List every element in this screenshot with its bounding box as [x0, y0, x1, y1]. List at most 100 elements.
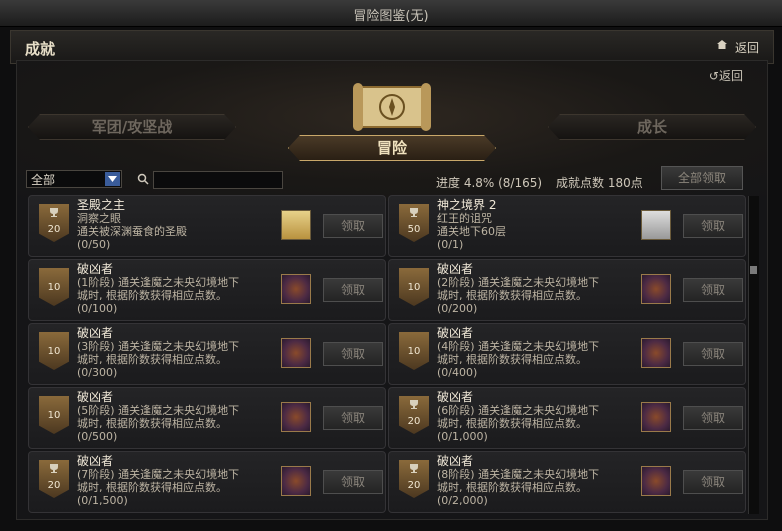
achievement-card: 20 破凶者 (6阶段) 通关逢魔之未央幻境地下 城时, 根据阶数获得相应点数。 (0/…: [388, 387, 746, 449]
list-scrollbar[interactable]: [748, 196, 759, 514]
badge-points: 50: [407, 224, 421, 235]
points-text: 成就点数 180点: [556, 176, 643, 190]
claim-button[interactable]: 领取: [323, 342, 383, 366]
achievement-card: 10 破凶者 (3阶段) 通关逢魔之未央幻境地下 城时, 根据阶数获得相应点数。 (0/…: [28, 323, 386, 385]
claim-button[interactable]: 领取: [323, 214, 383, 238]
achievement-text: 破凶者 (1阶段) 通关逢魔之未央幻境地下 城时, 根据阶数获得相应点数。 (0/10…: [77, 263, 272, 316]
progress-text: 进度 4.8% (8/165): [436, 176, 543, 190]
achievement-card: 20 破凶者 (7阶段) 通关逢魔之未央幻境地下 城时, 根据阶数获得相应点数。 (0/…: [28, 451, 386, 513]
claim-button[interactable]: 领取: [683, 406, 743, 430]
badge-points: 10: [407, 282, 421, 293]
badge-points: 10: [47, 410, 61, 421]
points-badge: 20: [399, 460, 429, 498]
achievement-text: 破凶者 (5阶段) 通关逢魔之未央幻境地下 城时, 根据阶数获得相应点数。 (0/50…: [77, 391, 272, 444]
emblem-icon: [281, 466, 311, 496]
tab-corps-raid[interactable]: 军团/攻坚战: [28, 114, 236, 140]
chevron-down-icon[interactable]: [105, 172, 120, 186]
tab-growth[interactable]: 成长: [548, 114, 756, 140]
achievement-name: 破凶者: [437, 262, 474, 276]
points-badge: 10: [39, 396, 69, 434]
achievement-desc-1: (8阶段) 通关逢魔之未央幻境地下: [437, 468, 600, 481]
claim-button[interactable]: 领取: [683, 214, 743, 238]
achievement-desc-2: 城时, 根据阶数获得相应点数。: [77, 481, 227, 494]
page-title: 成就: [25, 40, 56, 58]
points-badge: 20: [39, 204, 69, 242]
achievement-text: 圣殿之主 洞察之眼 通关被深渊蚕食的圣殿 (0/50): [77, 198, 272, 252]
achievement-desc-2: 城时, 根据阶数获得相应点数。: [77, 353, 227, 366]
scroll-paper-icon: [641, 210, 671, 240]
points-badge: 50: [399, 204, 429, 242]
achievement-count: (0/500): [77, 430, 118, 443]
achievement-window: 冒险图鉴(无) 成就 返回 ↺返回 军团/攻坚战 冒险 成长 全部 进度 4.8…: [0, 0, 782, 531]
scroll-compass-icon: [353, 83, 431, 131]
achievement-name: 破凶者: [437, 390, 474, 404]
achievement-name: 破凶者: [437, 326, 474, 340]
trophy-icon: [50, 208, 58, 217]
achievement-count: (0/400): [437, 366, 478, 379]
achievement-desc-1: (3阶段) 通关逢魔之未央幻境地下: [77, 340, 240, 353]
achievement-name: 破凶者: [437, 454, 474, 468]
home-icon[interactable]: [717, 40, 727, 49]
header-bar: 成就 返回: [10, 30, 774, 64]
achievement-name: 圣殿之主: [77, 198, 126, 212]
achievement-card: 20 破凶者 (8阶段) 通关逢魔之未央幻境地下 城时, 根据阶数获得相应点数。 (0/…: [388, 451, 746, 513]
achievement-text: 破凶者 (4阶段) 通关逢魔之未央幻境地下 城时, 根据阶数获得相应点数。 (0/40…: [437, 326, 632, 380]
category-dropdown[interactable]: 全部: [26, 170, 122, 188]
emblem-icon: [281, 402, 311, 432]
achievement-desc-1: (1阶段) 通关逢魔之未央幻境地下: [77, 276, 240, 289]
achievement-count: (0/1,500): [77, 494, 128, 507]
trophy-icon: [410, 400, 418, 409]
badge-points: 10: [407, 346, 421, 357]
achievement-name: 破凶者: [77, 326, 114, 340]
claim-button[interactable]: 领取: [683, 342, 743, 366]
claim-button[interactable]: 领取: [323, 278, 383, 302]
tab-adventure[interactable]: 冒险: [288, 135, 496, 161]
achievement-count: (0/50): [77, 238, 111, 251]
achievement-desc-1: 红王的诅咒: [437, 212, 492, 225]
achievement-text: 破凶者 (8阶段) 通关逢魔之未央幻境地下 城时, 根据阶数获得相应点数。 (0/2,…: [437, 454, 632, 508]
badge-points: 10: [47, 282, 61, 293]
achievement-count: (0/100): [77, 302, 118, 315]
scrollbar-thumb[interactable]: [750, 266, 757, 274]
search-icon: [137, 173, 149, 185]
achievement-desc-1: (5阶段) 通关逢魔之未央幻境地下: [77, 404, 240, 417]
badge-points: 20: [47, 224, 61, 235]
points-badge: 10: [399, 268, 429, 306]
claim-button[interactable]: 领取: [323, 406, 383, 430]
title-bar[interactable]: 冒险图鉴(无): [0, 0, 782, 27]
panel-back-button[interactable]: ↺返回: [709, 67, 743, 84]
achievement-name: 神之境界 2: [437, 198, 497, 212]
achievement-desc-2: 城时, 根据阶数获得相应点数。: [437, 289, 587, 302]
points-badge: 10: [39, 268, 69, 306]
emblem-icon: [281, 338, 311, 368]
achievement-desc-2: 通关地下60层: [437, 225, 506, 238]
achievement-text: 神之境界 2 红王的诅咒 通关地下60层 (0/1): [437, 198, 632, 252]
achievement-card: 20 圣殿之主 洞察之眼 通关被深渊蚕食的圣殿 (0/50) 领取: [28, 195, 386, 257]
achievement-desc-2: 城时, 根据阶数获得相应点数。: [437, 481, 587, 494]
achievement-count: (0/2,000): [437, 494, 488, 507]
achievement-desc-1: (4阶段) 通关逢魔之未央幻境地下: [437, 340, 600, 353]
emblem-icon: [641, 338, 671, 368]
achievement-desc-2: 城时, 根据阶数获得相应点数。: [437, 417, 587, 430]
refresh-icon: ↺: [708, 69, 719, 83]
emblem-icon: [641, 466, 671, 496]
header-back-button[interactable]: 返回: [735, 39, 759, 56]
achievement-desc-2: 城时, 根据阶数获得相应点数。: [77, 289, 227, 302]
map-icon: [281, 210, 311, 240]
achievement-text: 破凶者 (3阶段) 通关逢魔之未央幻境地下 城时, 根据阶数获得相应点数。 (0/30…: [77, 326, 272, 380]
achievement-count: (0/300): [77, 366, 118, 379]
achievement-name: 破凶者: [77, 454, 114, 468]
search-input[interactable]: [153, 171, 283, 189]
claim-button[interactable]: 领取: [683, 470, 743, 494]
points-badge: 10: [39, 332, 69, 370]
achievement-card: 10 破凶者 (1阶段) 通关逢魔之未央幻境地下 城时, 根据阶数获得相应点数。 (0/…: [28, 259, 386, 321]
claim-all-button[interactable]: 全部领取: [661, 166, 743, 190]
trophy-icon: [50, 464, 58, 473]
emblem-icon: [281, 274, 311, 304]
claim-button[interactable]: 领取: [683, 278, 743, 302]
achievement-desc-1: (2阶段) 通关逢魔之未央幻境地下: [437, 276, 600, 289]
claim-button[interactable]: 领取: [323, 470, 383, 494]
category-selected: 全部: [31, 173, 56, 187]
achievement-count: (0/1,000): [437, 430, 488, 443]
window-title: 冒险图鉴(无): [353, 9, 429, 24]
